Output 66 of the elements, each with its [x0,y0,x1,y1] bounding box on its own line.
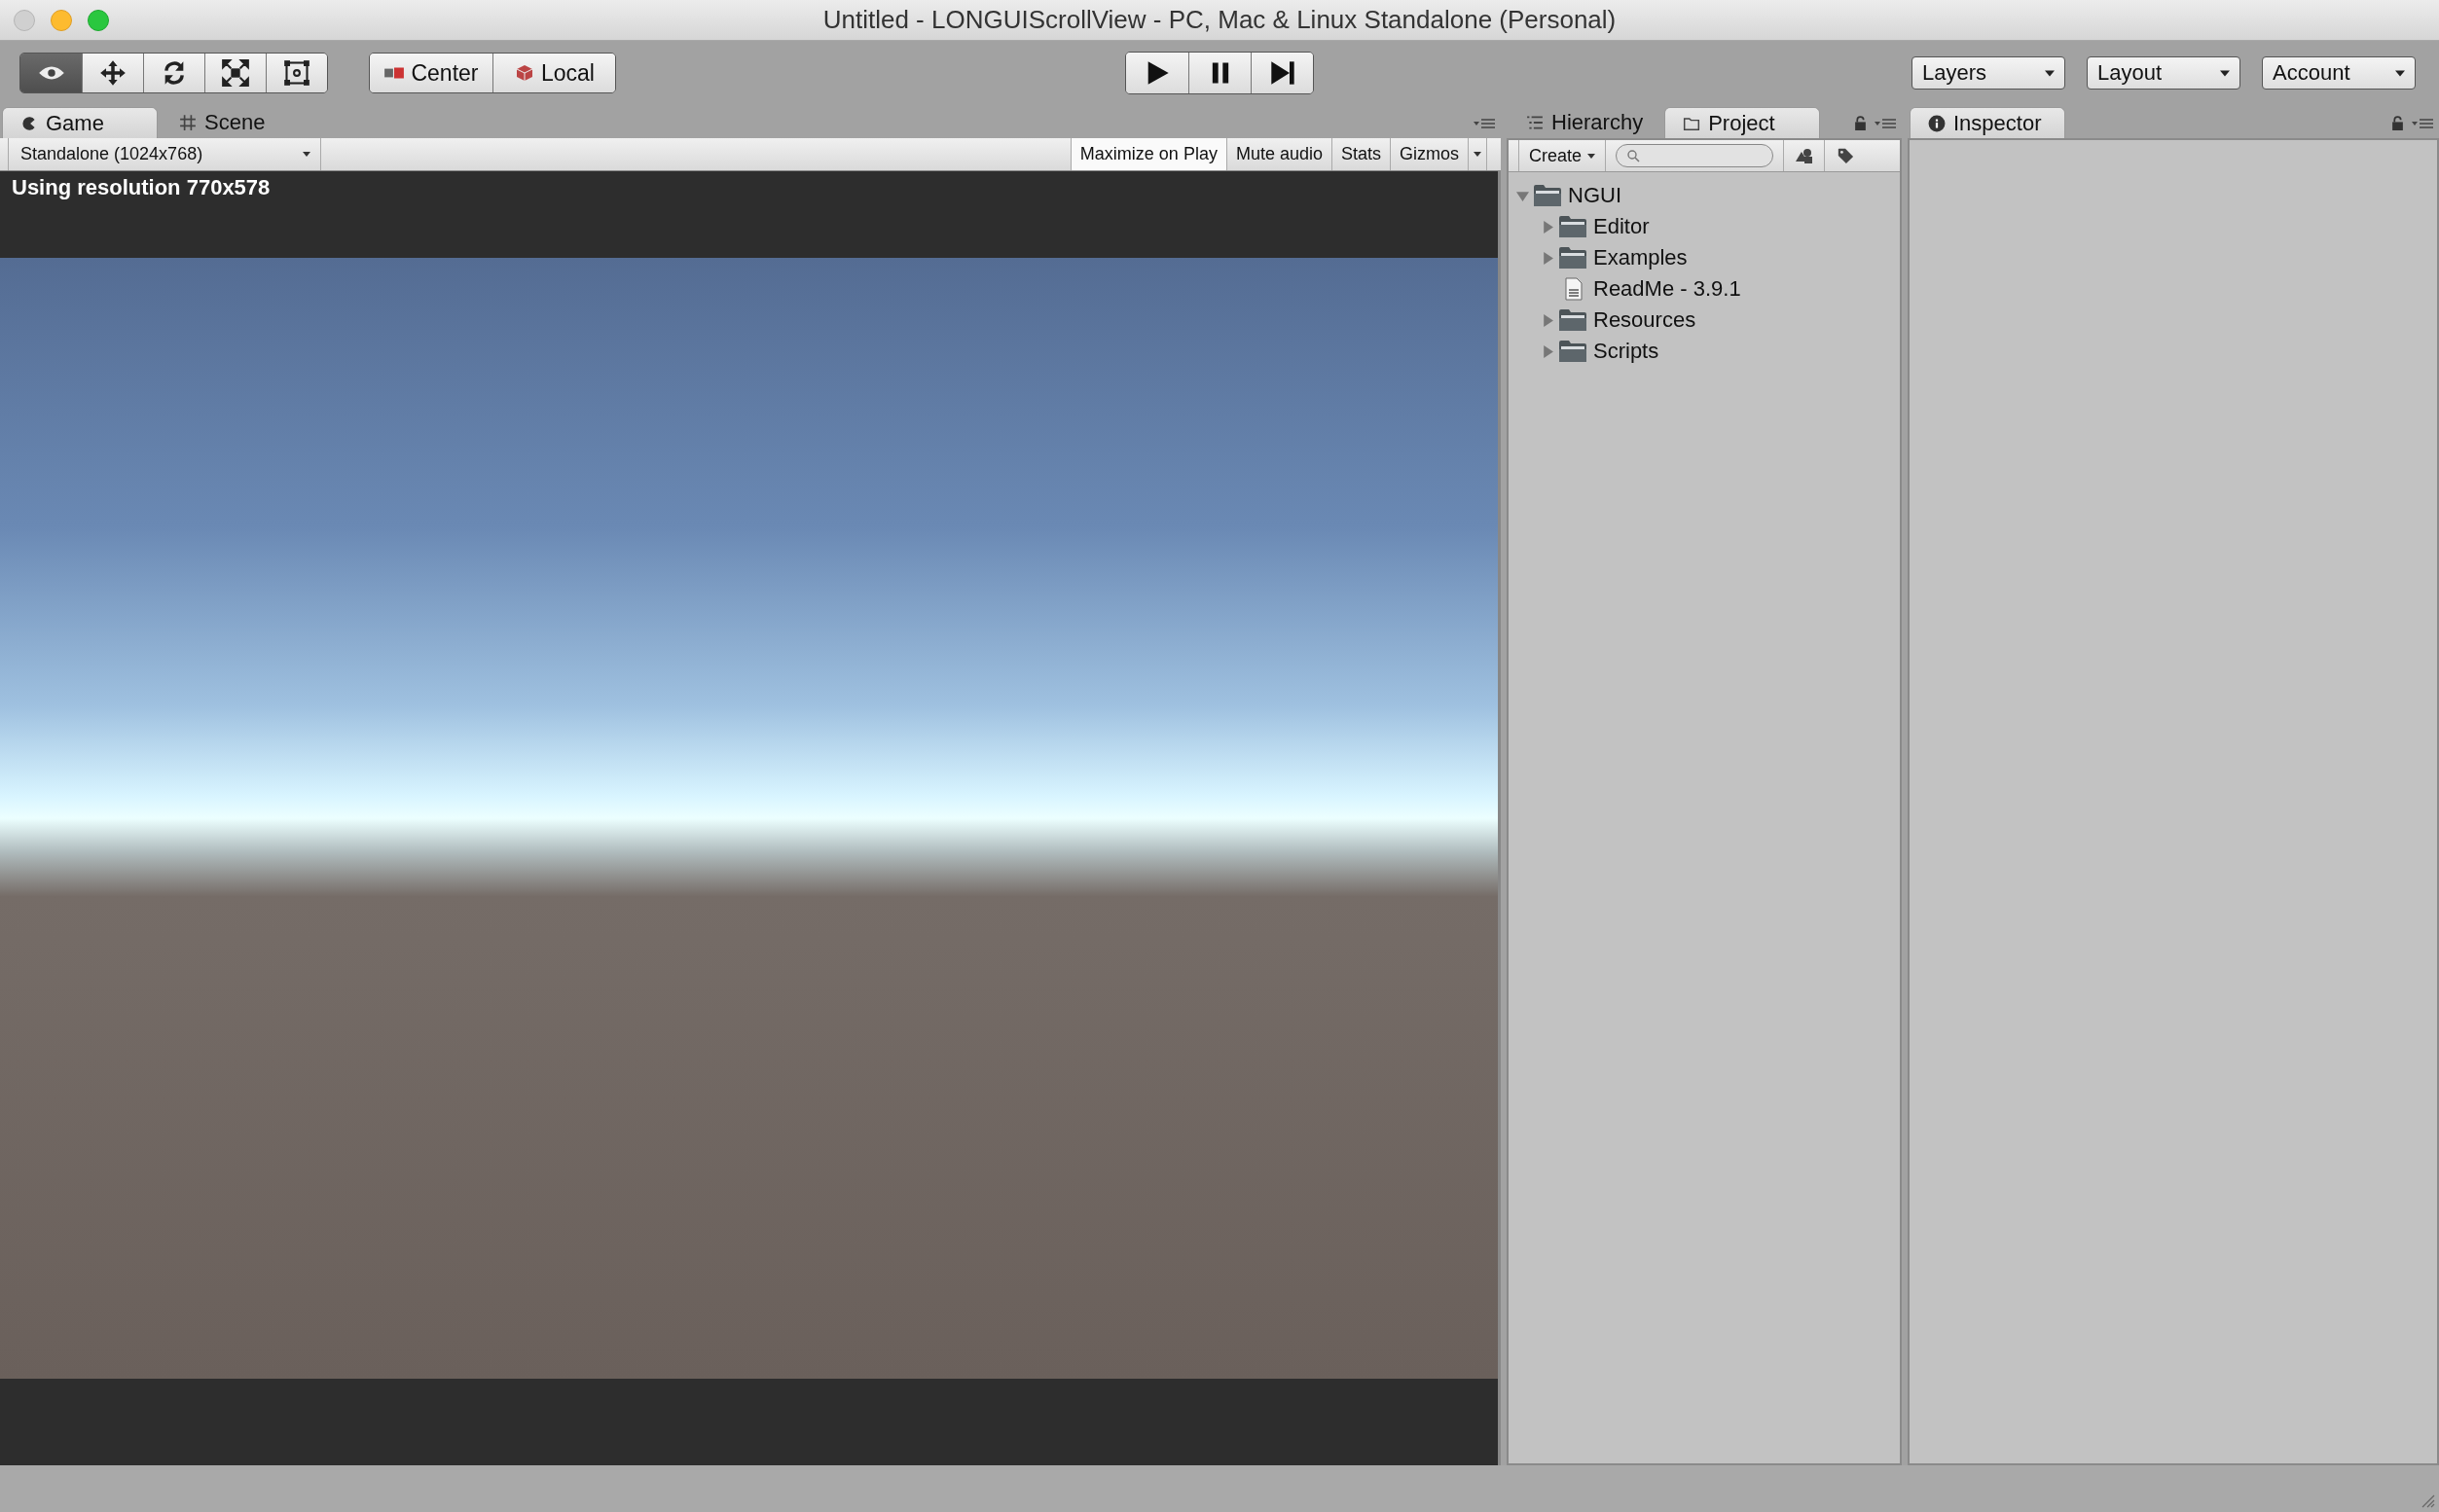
tool-button[interactable] [82,54,143,92]
caret-icon [2220,69,2230,77]
search-field[interactable] [1616,144,1774,167]
resize-grip-icon[interactable] [2420,1493,2435,1508]
create-dropdown[interactable]: Create [1518,140,1607,171]
folder-icon [1558,340,1587,363]
folder-icon [1558,246,1587,270]
tree-item-label[interactable]: Resources [1593,307,1696,333]
tool-button[interactable] [266,54,327,92]
cube-icon [514,64,535,82]
tree-item-label[interactable]: Examples [1593,245,1688,270]
expand-triangle-icon[interactable] [1542,220,1554,234]
dropdown-button[interactable]: Account [2262,56,2416,90]
expand-triangle-icon[interactable] [1542,344,1554,358]
tree-item-label[interactable]: NGUI [1568,183,1621,208]
panel-tab[interactable]: Project [1664,107,1821,138]
caret-icon [1474,152,1481,157]
resolution-notice: Using resolution 770x578 [11,174,271,200]
panel-tab[interactable]: Scene [162,107,283,138]
pause-button[interactable] [1188,53,1251,93]
caret-icon [1587,153,1596,159]
gizmos-dropdown[interactable] [1468,138,1487,170]
expand-triangle-icon[interactable] [1542,251,1554,265]
tool-button[interactable] [143,54,204,92]
lock-icon[interactable] [1854,116,1867,130]
resolution-dropdown[interactable]: Standalone (1024x768) [8,138,321,170]
window-title: Untitled - LONGUIScrollView - PC, Mac & Linux Standalone (Personal) [822,5,1617,35]
step-button[interactable] [1251,53,1313,93]
folder-icon [1533,184,1562,207]
grid-icon [179,114,197,131]
info-icon [1928,114,1946,132]
list-icon [1526,114,1544,131]
tree-item-label[interactable]: ReadMe - 3.9.1 [1593,276,1741,302]
caret-icon [2045,69,2055,77]
pivot-button[interactable]: Center [370,54,492,92]
rect-tool-icon [283,59,310,87]
caret-icon [303,152,310,157]
gizmos-button[interactable]: Gizmos [1390,138,1468,170]
play-button[interactable] [1126,53,1188,93]
toggle-button[interactable]: Stats [1330,138,1390,170]
folder-icon [1558,215,1587,238]
tool-button[interactable] [204,54,266,92]
folder-icon [1558,308,1587,332]
toggle-button[interactable]: Maximize on Play [1070,138,1226,170]
tree-item-label[interactable]: Scripts [1593,339,1659,364]
tree-item-label[interactable]: Editor [1593,214,1650,239]
expand-triangle-icon[interactable] [1542,313,1554,327]
move-arrows-icon [99,59,127,87]
dropdown-button[interactable]: Layers [1911,56,2065,90]
panel-tab[interactable]: Hierarchy [1509,107,1661,138]
dropdown-button[interactable]: Layout [2087,56,2240,90]
caret-icon [2395,69,2405,77]
panel-tab[interactable]: Game [2,107,158,138]
lock-icon[interactable] [2391,116,2404,130]
tool-button[interactable] [20,54,82,92]
panel-tab[interactable]: Inspector [1910,107,2065,138]
panel-menu-icon[interactable] [1474,117,1495,130]
expand-triangle-icon[interactable] [1516,189,1529,202]
toggle-button[interactable]: Mute audio [1225,138,1331,170]
shapes-icon [1794,147,1814,164]
pivot-button[interactable]: Local [492,54,615,92]
search-icon [1626,149,1641,162]
scale-arrows-icon [222,59,249,87]
step-icon [1268,59,1296,87]
panel-menu-icon[interactable] [1875,117,1896,130]
panel-menu-icon[interactable] [2412,117,2433,130]
